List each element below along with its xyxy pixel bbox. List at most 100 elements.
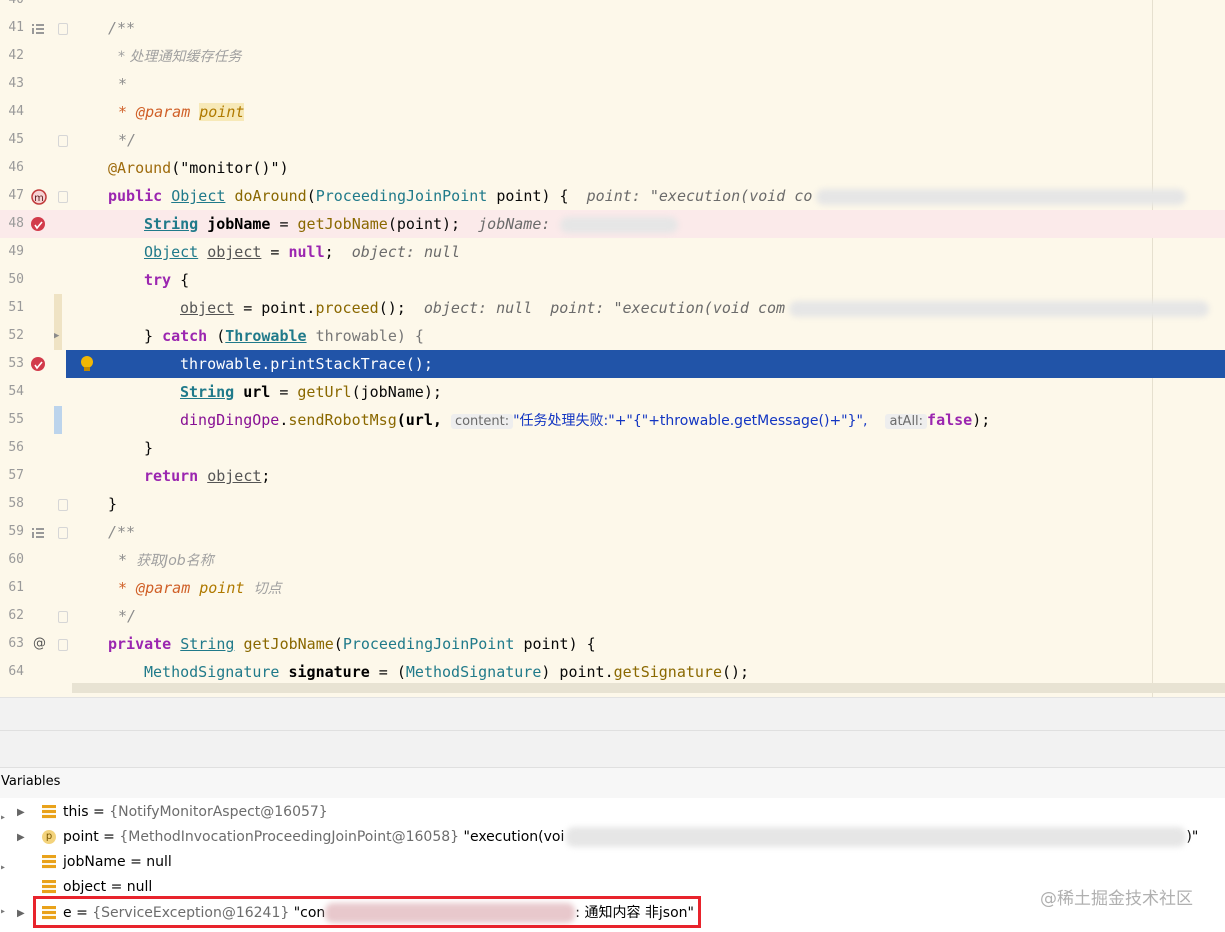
code-text: object = point.proceed(); object: null p…: [180, 294, 1210, 322]
param-name: point) {: [523, 635, 596, 653]
code-text: @Around("monitor()"): [108, 154, 289, 182]
expand-arrow-icon[interactable]: ▶: [17, 800, 25, 825]
horizontal-scrollbar[interactable]: [72, 683, 1225, 693]
code-line-56[interactable]: 56 }: [0, 434, 1225, 462]
comment-text: * 处理通知缓存任务: [118, 49, 242, 65]
breakpoint-icon[interactable]: [31, 357, 45, 371]
code-line-47[interactable]: 47 m public Object doAround(ProceedingJo…: [0, 182, 1225, 210]
fold-toggle-icon[interactable]: [58, 191, 68, 203]
variable-ref: {NotifyMonitorAspect@16057}: [109, 804, 328, 820]
variable-name: this: [63, 804, 89, 820]
lightbulb-icon[interactable]: [80, 355, 94, 377]
breakpoint-icon[interactable]: [31, 217, 45, 231]
line-number: 53: [8, 356, 24, 371]
field-icon: [42, 880, 56, 894]
inline-debug-value: jobName:: [478, 215, 551, 233]
code-line-49[interactable]: 49 Object object = null; object: null: [0, 238, 1225, 266]
code-text: dingDingOpe.sendRobotMsg(url, content: "任…: [180, 406, 990, 436]
variables-panel-header: Variables: [0, 767, 1225, 799]
line-number: 41: [8, 20, 24, 35]
inline-debug-value: object: null: [423, 299, 533, 317]
code-line-63[interactable]: 63 @ private String getJobName(Proceedin…: [0, 630, 1225, 658]
code-text: * @param point 切点: [118, 574, 281, 603]
code-line-42[interactable]: 42 * 处理通知缓存任务: [0, 42, 1225, 70]
code-line-51[interactable]: 51 object = point.proceed(); object: nul…: [0, 294, 1225, 322]
type: Throwable: [225, 327, 307, 345]
expand-arrow-icon[interactable]: ▶: [17, 825, 25, 850]
code-line-46[interactable]: 46 @Around("monitor()"): [0, 154, 1225, 182]
type: MethodSignature: [405, 663, 542, 681]
fold-toggle-icon[interactable]: [58, 499, 68, 511]
code-line-53-current[interactable]: 53 throwable.printStackTrace();: [0, 350, 1225, 378]
method-name: getJobName: [243, 635, 334, 653]
implements-at-icon[interactable]: @: [33, 630, 46, 658]
line-number: 63: [8, 636, 24, 651]
expand-arrow-icon[interactable]: ▶: [17, 901, 25, 926]
code-text: MethodSignature signature = (MethodSigna…: [144, 658, 749, 686]
variable-text: jobName = null: [63, 850, 172, 875]
code-line-59[interactable]: 59 /**: [0, 518, 1225, 546]
code-line-62[interactable]: 62 */: [0, 602, 1225, 630]
code-editor[interactable]: 40 41 /** 42 * 处理通知缓存任务 43 * 44 * @param…: [0, 0, 1225, 697]
inline-debug-value: object: null: [351, 243, 461, 261]
doc-comment-icon[interactable]: [31, 21, 45, 35]
param-type: ProceedingJoinPoint: [342, 635, 515, 653]
code-line-57[interactable]: 57 return object;: [0, 462, 1225, 490]
type: Object: [144, 243, 199, 261]
code-line-48[interactable]: 48 String jobName = getJobName(point); j…: [0, 210, 1225, 238]
code-line-64[interactable]: 64 MethodSignature signature = (MethodSi…: [0, 658, 1225, 686]
string-literal: "任务处理失败:"+"{"+throwable.getMessage()+"}"…: [513, 413, 868, 429]
redacted-area: [816, 188, 1187, 205]
code-text: * @param point: [118, 98, 245, 126]
code-line-50[interactable]: 50 try {: [0, 266, 1225, 294]
line-number: 61: [8, 580, 24, 595]
line-number: 56: [8, 440, 24, 455]
code-text: /**: [108, 19, 136, 37]
brace: {: [171, 271, 190, 289]
comment-text: 切点: [253, 581, 282, 597]
param-name: point) {: [496, 187, 569, 205]
line-number: 57: [8, 468, 24, 483]
code-line-40[interactable]: 40: [0, 0, 1225, 14]
javadoc-param: point: [199, 103, 245, 121]
method-name: doAround: [234, 187, 307, 205]
line-number: 52: [8, 328, 24, 343]
line-number: 55: [8, 412, 24, 427]
code-line-43[interactable]: 43 *: [0, 70, 1225, 98]
redacted-area: [560, 216, 679, 233]
variable-name: point: [63, 829, 99, 845]
keyword: return: [144, 467, 199, 485]
equals: =: [106, 879, 127, 895]
variable-row-this[interactable]: ▶ this = {NotifyMonitorAspect@16057}: [0, 800, 1225, 825]
code-text: }: [108, 495, 118, 513]
code-line-54[interactable]: 54 String url = getUrl(jobName);: [0, 378, 1225, 406]
code-text: */: [118, 131, 137, 149]
doc-comment-icon[interactable]: [31, 525, 45, 539]
method-call: proceed: [315, 299, 379, 317]
code-line-44[interactable]: 44 * @param point: [0, 98, 1225, 126]
code-line-60[interactable]: 60 * 获取Job名称: [0, 546, 1225, 574]
code-line-45[interactable]: 45 */: [0, 126, 1225, 154]
variable-row-jobname[interactable]: jobName = null: [0, 850, 1225, 875]
code-fragment: ) point.: [541, 663, 614, 681]
watermark: @稀土掘金技术社区: [1040, 889, 1193, 909]
fold-toggle-icon[interactable]: [58, 527, 68, 539]
code-line-55[interactable]: 55 dingDingOpe.sendRobotMsg(url, content…: [0, 406, 1225, 434]
fold-toggle-icon[interactable]: [58, 611, 68, 623]
fold-toggle-icon[interactable]: [58, 23, 68, 35]
code-line-41[interactable]: 41 /**: [0, 14, 1225, 42]
code-line-61[interactable]: 61 * @param point 切点: [0, 574, 1225, 602]
parameter-icon: p: [42, 830, 56, 844]
variable: url: [243, 383, 271, 401]
fold-toggle-icon[interactable]: [58, 639, 68, 651]
fold-toggle-icon[interactable]: [58, 135, 68, 147]
code-line-58[interactable]: 58 }: [0, 490, 1225, 518]
call-args: (url,: [396, 411, 451, 429]
code-line-52[interactable]: 52 ▶ } catch (Throwable throwable) {: [0, 322, 1225, 350]
play-arrow-icon[interactable]: ▶: [54, 331, 59, 341]
variable-row-point[interactable]: ▶ p point = {MethodInvocationProceedingJ…: [0, 825, 1225, 850]
code-text: throwable.printStackTrace();: [180, 355, 433, 373]
brace: }: [144, 327, 163, 345]
method-override-icon[interactable]: m: [31, 189, 47, 205]
punctuation: );: [972, 411, 991, 429]
